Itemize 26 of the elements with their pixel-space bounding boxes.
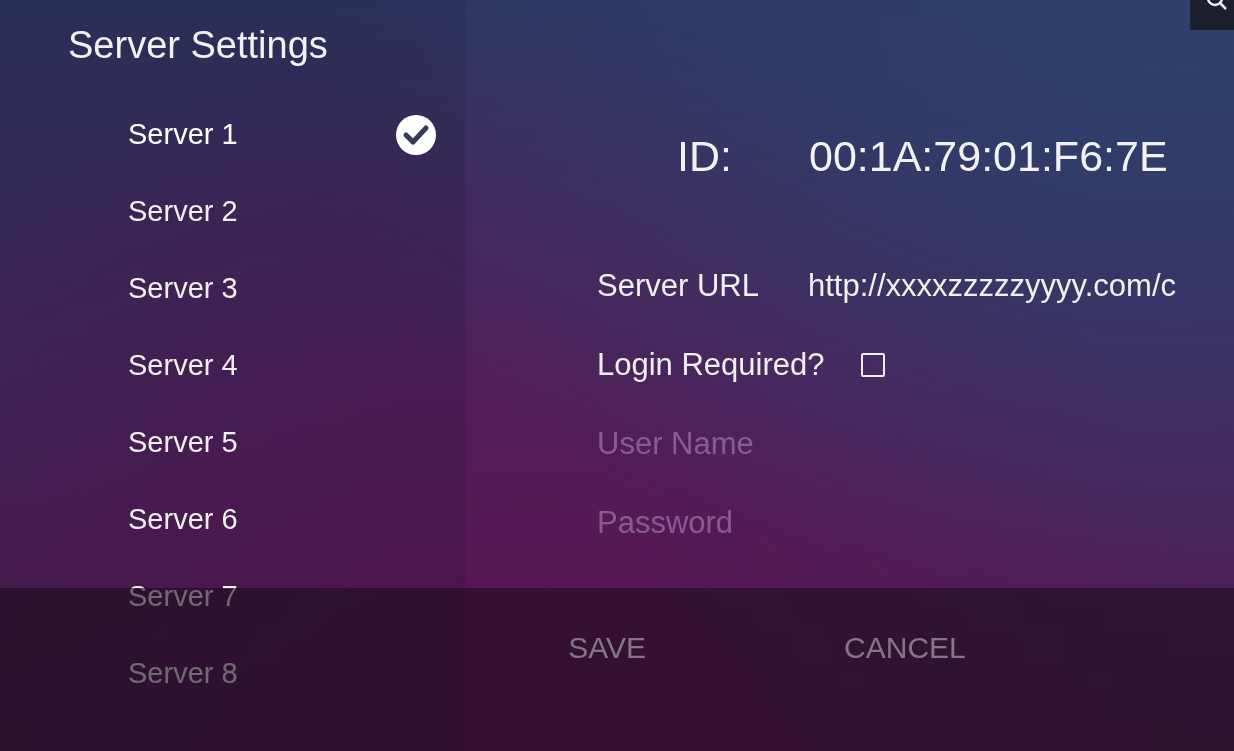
server-item[interactable]: Server 2 [0,172,465,251]
password-field[interactable]: Password [597,504,997,541]
server-item[interactable]: Server 4 [0,326,465,405]
server-label: Server 6 [128,503,238,536]
server-label: Server 7 [128,580,238,613]
server-label: Server 5 [128,426,238,459]
server-item[interactable]: Server 1 [0,95,465,174]
login-required-label: Login Required? [597,346,825,383]
server-label: Server 3 [128,272,238,305]
login-checkbox[interactable] [860,352,885,377]
check-circle-icon [395,113,437,156]
id-value: 00:1A:79:01:F6:7E [809,131,1168,181]
server-label: Server 4 [128,349,238,382]
server-label: Server 1 [128,118,238,151]
server-label: Server 2 [128,195,238,228]
cancel-button[interactable]: CANCEL [840,626,970,670]
server-item[interactable]: Server 3 [0,249,465,328]
server-item[interactable]: Server 5 [0,403,465,482]
page-title: Server Settings [68,24,329,67]
username-field[interactable]: User Name [597,425,997,462]
server-item[interactable]: Server 6 [0,480,465,559]
server-url-value[interactable]: http://xxxxzzzzzyyyy.com/c [808,267,1177,304]
server-label: Server 8 [128,657,238,690]
server-url-label: Server URL [597,267,760,304]
id-label: ID: [677,131,733,181]
save-button[interactable]: SAVE [564,626,651,670]
